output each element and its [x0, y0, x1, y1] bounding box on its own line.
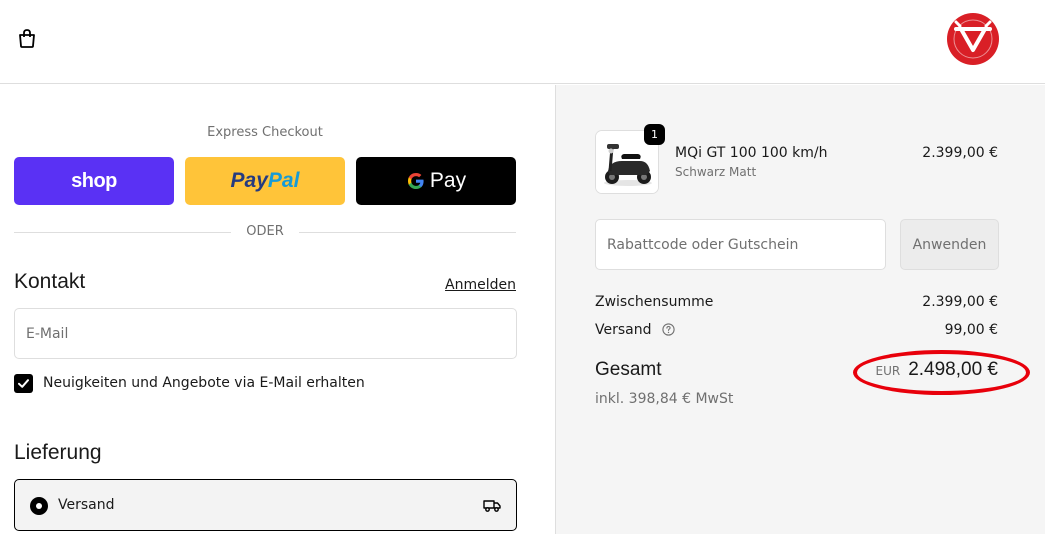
total-label: Gesamt	[595, 359, 662, 380]
google-pay-button[interactable]: Pay	[356, 157, 516, 205]
total-highlight-annotation	[853, 350, 1030, 395]
delivery-title: Lieferung	[14, 441, 102, 464]
or-divider: ODER	[14, 224, 516, 242]
google-g-icon	[407, 173, 424, 189]
checkout-header	[0, 0, 1045, 84]
product-variant: Schwarz Matt	[675, 165, 757, 179]
discount-field-wrapper	[595, 219, 886, 270]
help-circle-icon[interactable]	[662, 323, 675, 336]
product-name: MQi GT 100 100 km/h	[675, 145, 828, 161]
email-field[interactable]	[15, 309, 516, 358]
shipping-cost-label-row: Versand	[595, 322, 675, 338]
newsletter-checkbox[interactable]	[14, 374, 33, 393]
shop-pay-button[interactable]: shop	[14, 157, 174, 205]
checkmark-icon	[18, 379, 29, 388]
shopping-bag-icon[interactable]	[16, 27, 38, 49]
shipping-option-label: Versand	[58, 497, 115, 513]
product-price: 2.399,00 €	[922, 145, 998, 161]
paypal-label: PayPal	[230, 169, 300, 192]
subtotal-label: Zwischensumme	[595, 294, 714, 310]
order-summary: 1 MQi GT 100 100 km/h Schwarz Matt 2.399…	[555, 85, 1045, 534]
shipping-cost-value: 99,00 €	[944, 322, 998, 338]
apply-discount-button[interactable]: Anwenden	[900, 219, 999, 270]
express-checkout-title: Express Checkout	[207, 125, 323, 140]
newsletter-label: Neuigkeiten und Angebote via E-Mail erha…	[43, 375, 365, 391]
subtotal-value: 2.399,00 €	[922, 294, 998, 310]
discount-code-input[interactable]	[596, 220, 885, 269]
contact-title: Kontakt	[14, 270, 86, 293]
login-link[interactable]: Anmelden	[445, 277, 516, 293]
email-field-wrapper	[14, 308, 517, 359]
shipping-cost-label: Versand	[595, 322, 652, 338]
shipping-option[interactable]: Versand	[14, 479, 517, 531]
truck-icon	[482, 495, 502, 515]
shop-pay-label: shop	[71, 169, 117, 192]
checkout-form: Express Checkout shop PayPal Pay ODER Ko…	[0, 85, 555, 534]
quantity-badge: 1	[644, 124, 665, 145]
tax-note: inkl. 398,84 € MwSt	[595, 391, 734, 407]
google-pay-label: Pay	[406, 169, 466, 193]
brand-logo-icon[interactable]	[946, 12, 1000, 66]
shipping-radio[interactable]	[30, 497, 48, 515]
paypal-button[interactable]: PayPal	[185, 157, 345, 205]
